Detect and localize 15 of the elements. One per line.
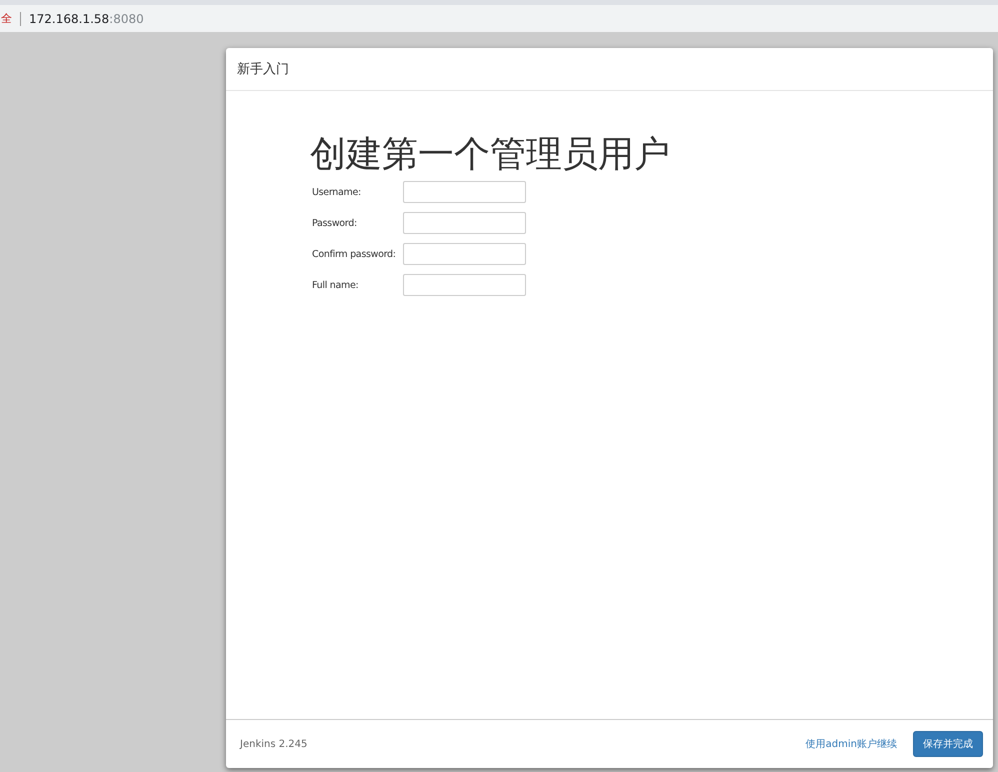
address-url[interactable]: 172.168.1.58:8080 (29, 12, 144, 26)
continue-link[interactable]: 使用admin账户继续 (806, 737, 897, 751)
input-field[interactable] (403, 274, 526, 296)
input-field[interactable] (403, 212, 526, 234)
version-text: Jenkins 2.245 (240, 738, 308, 750)
field-label: Username: (312, 186, 362, 198)
field-label: Password: (312, 218, 358, 228)
page-heading: 创建第一个管理员用户 (310, 133, 671, 177)
security-label: 全 (1, 11, 12, 26)
save-button[interactable]: 保存并完成 (913, 731, 983, 757)
input-field[interactable] (403, 181, 526, 203)
input-field[interactable] (403, 243, 526, 265)
field-label: Confirm password: (312, 248, 397, 260)
dialog-title: 新手入门 (237, 61, 289, 78)
field-label: Full name: (312, 280, 360, 290)
